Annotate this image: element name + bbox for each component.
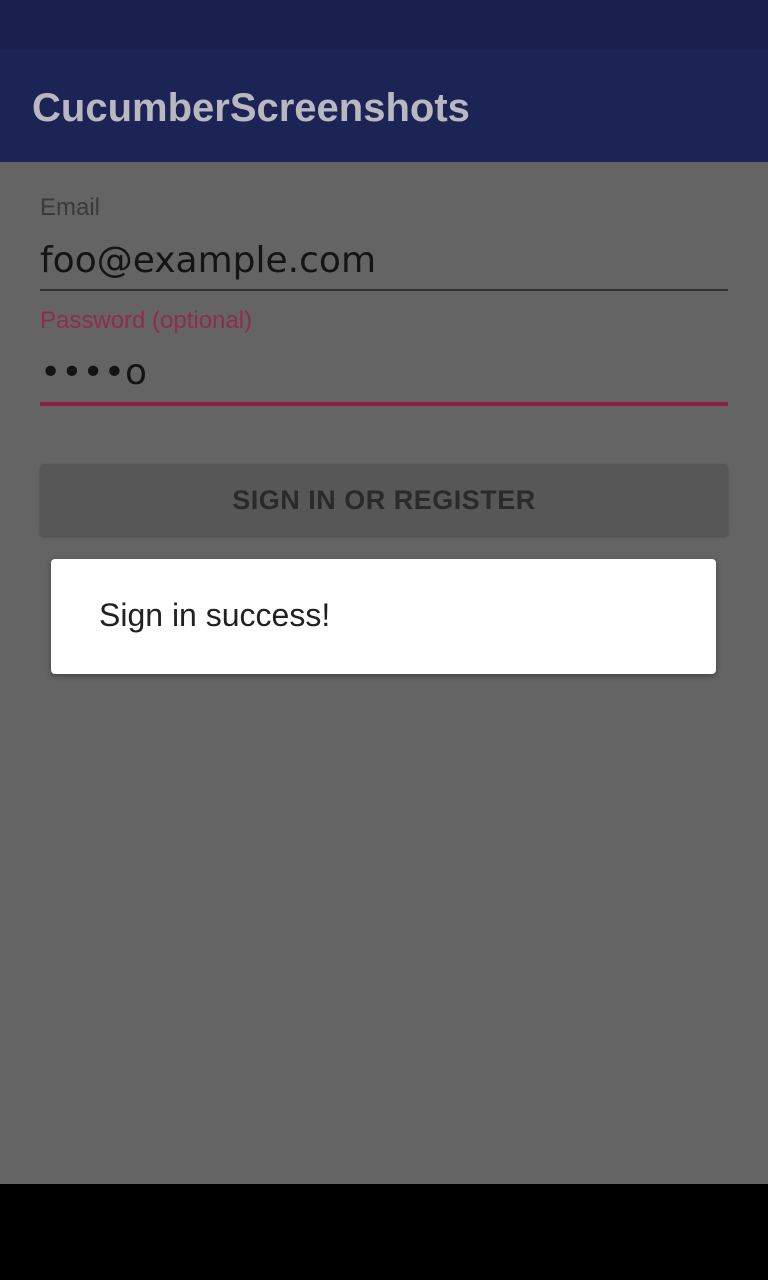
email-underline — [40, 289, 728, 291]
password-label: Password (optional) — [40, 307, 253, 334]
status-bar — [0, 0, 768, 50]
password-underline — [40, 402, 728, 406]
navigation-bar — [0, 1184, 768, 1280]
sign-in-or-register-button[interactable]: SIGN IN OR REGISTER — [40, 464, 728, 536]
app-title: CucumberScreenshots — [32, 86, 470, 130]
success-dialog: Sign in success! — [51, 559, 716, 674]
email-label: Email — [40, 194, 101, 221]
success-message: Sign in success! — [99, 597, 331, 633]
app-screen: CucumberScreenshots Email foo@example.co… — [0, 0, 768, 1280]
email-field[interactable]: foo@example.com — [40, 240, 728, 281]
app-bar: CucumberScreenshots — [0, 50, 768, 162]
password-field[interactable]: ••••o — [40, 352, 728, 393]
